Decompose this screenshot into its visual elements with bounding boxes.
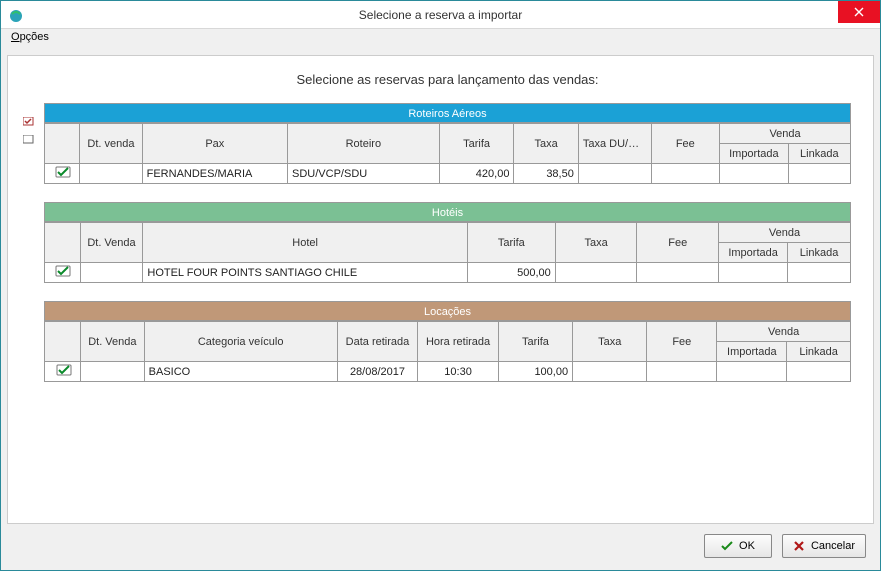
col-taxa: Taxa (555, 223, 637, 263)
col-taxa-durav: Taxa DU/RAV (578, 124, 651, 164)
cell-importada (719, 263, 788, 283)
col-linkada: Linkada (787, 342, 851, 362)
cell-fee (637, 263, 719, 283)
col-linkada: Linkada (788, 243, 851, 263)
air-table: Dt. venda Pax Roteiro Tarifa Taxa Taxa D… (44, 123, 851, 184)
cell-taxa (555, 263, 637, 283)
cell-linkada (788, 263, 851, 283)
cell-importada (717, 362, 787, 382)
dialog-window: Selecione a reserva a importar Opções (0, 0, 881, 571)
col-tarifa: Tarifa (467, 223, 555, 263)
col-hotel: Hotel (143, 223, 467, 263)
app-icon (7, 6, 25, 24)
cell-importada (720, 164, 789, 184)
cell-taxa: 38,50 (514, 164, 578, 184)
cell-tarifa: 500,00 (467, 263, 555, 283)
window-title: Selecione a reserva a importar (1, 8, 880, 22)
col-check (45, 322, 81, 362)
cell-dt-venda (81, 362, 145, 382)
row-check[interactable] (45, 263, 81, 283)
checkmark-icon (56, 364, 70, 376)
table-row[interactable]: BASICO 28/08/2017 10:30 100,00 (45, 362, 851, 382)
check-icon (721, 540, 733, 552)
cancel-button[interactable]: Cancelar (782, 534, 866, 558)
close-button[interactable] (838, 1, 880, 23)
loc-table: Dt. Venda Categoria veículo Data retirad… (44, 321, 851, 382)
col-dt-venda: Dt. venda (80, 124, 142, 164)
side-toolbar (22, 116, 40, 148)
col-categoria: Categoria veículo (144, 322, 337, 362)
col-fee: Fee (647, 322, 717, 362)
row-check[interactable] (45, 362, 81, 382)
hotel-table: Dt. Venda Hotel Tarifa Taxa Fee Venda Im… (44, 222, 851, 283)
close-icon (854, 5, 864, 20)
section-header-air: Roteiros Aéreos (44, 103, 851, 123)
col-linkada: Linkada (788, 144, 850, 164)
col-importada: Importada (719, 243, 788, 263)
section-header-loc: Locações (44, 301, 851, 321)
col-fee: Fee (637, 223, 719, 263)
col-check (45, 223, 81, 263)
table-row[interactable]: FERNANDES/MARIA SDU/VCP/SDU 420,00 38,50 (45, 164, 851, 184)
ok-label: OK (739, 540, 755, 552)
menu-options[interactable]: Opções (7, 29, 53, 45)
cell-taxa-durav (578, 164, 651, 184)
cell-taxa (573, 362, 647, 382)
menubar: Opções (1, 29, 880, 49)
select-all-icon[interactable] (22, 116, 38, 130)
checkmark-icon (55, 265, 69, 277)
content-area: Selecione as reservas para lançamento da… (7, 55, 874, 524)
table-row[interactable]: HOTEL FOUR POINTS SANTIAGO CHILE 500,00 (45, 263, 851, 283)
cell-fee (647, 362, 717, 382)
col-pax: Pax (142, 124, 287, 164)
col-taxa: Taxa (573, 322, 647, 362)
titlebar: Selecione a reserva a importar (1, 1, 880, 29)
cell-fee (651, 164, 720, 184)
col-tarifa: Tarifa (439, 124, 514, 164)
x-icon (793, 540, 805, 552)
col-venda: Venda (720, 124, 851, 144)
deselect-all-icon[interactable] (22, 134, 38, 148)
cell-data-ret: 28/08/2017 (337, 362, 418, 382)
cancel-label: Cancelar (811, 540, 855, 552)
footer: OK Cancelar (1, 530, 880, 570)
col-venda: Venda (719, 223, 851, 243)
cell-linkada (787, 362, 851, 382)
cell-categoria: BASICO (144, 362, 337, 382)
col-data-ret: Data retirada (337, 322, 418, 362)
cell-dt-venda (80, 164, 142, 184)
col-check (45, 124, 80, 164)
col-fee: Fee (651, 124, 720, 164)
col-importada: Importada (717, 342, 787, 362)
col-dt-venda: Dt. Venda (80, 223, 143, 263)
col-importada: Importada (720, 144, 789, 164)
cell-tarifa: 100,00 (498, 362, 572, 382)
col-taxa: Taxa (514, 124, 578, 164)
col-dt-venda: Dt. Venda (81, 322, 145, 362)
col-hora-ret: Hora retirada (418, 322, 499, 362)
col-tarifa: Tarifa (498, 322, 572, 362)
cell-pax: FERNANDES/MARIA (142, 164, 287, 184)
cell-roteiro: SDU/VCP/SDU (288, 164, 440, 184)
cell-hotel: HOTEL FOUR POINTS SANTIAGO CHILE (143, 263, 467, 283)
cell-tarifa: 420,00 (439, 164, 514, 184)
instruction-text: Selecione as reservas para lançamento da… (44, 72, 851, 87)
col-roteiro: Roteiro (288, 124, 440, 164)
checkmark-icon (55, 166, 69, 178)
row-check[interactable] (45, 164, 80, 184)
ok-button[interactable]: OK (704, 534, 772, 558)
cell-dt-venda (80, 263, 143, 283)
cell-hora-ret: 10:30 (418, 362, 499, 382)
cell-linkada (788, 164, 850, 184)
col-venda: Venda (717, 322, 851, 342)
section-header-hotel: Hotéis (44, 202, 851, 222)
